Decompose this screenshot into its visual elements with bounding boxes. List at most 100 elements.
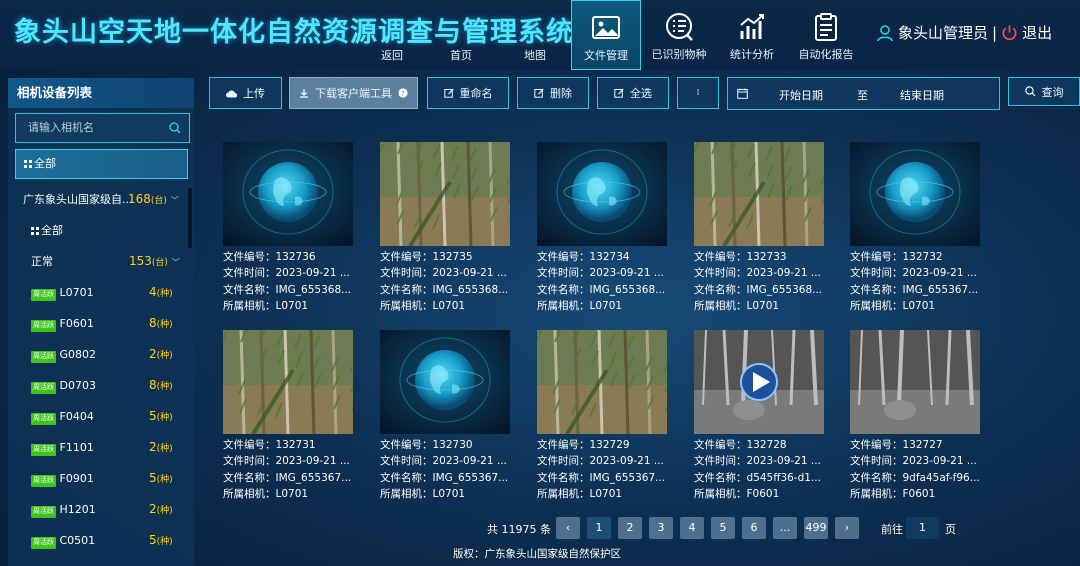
end-date-input[interactable]: 结束日期 bbox=[900, 87, 944, 103]
start-date-input[interactable]: 开始日期 bbox=[779, 87, 823, 103]
user-icon bbox=[877, 24, 893, 41]
camera-item[interactable]: 周活跃 G0802 2(种) bbox=[8, 339, 194, 370]
file-number: 132735 bbox=[432, 251, 473, 263]
page-button[interactable]: 3 bbox=[649, 517, 673, 539]
file-card[interactable]: 文件编号：132735 文件时间：2023-09-21 ... 文件名称：IMG_6… bbox=[380, 142, 510, 314]
file-card[interactable]: 文件编号：132727 文件时间：2023-09-21 ... 文件名称：9dfa4… bbox=[850, 330, 980, 502]
nav-file-management[interactable]: 文件管理 bbox=[571, 0, 641, 70]
file-thumbnail[interactable] bbox=[694, 142, 824, 246]
file-thumbnail[interactable] bbox=[537, 330, 667, 434]
help-icon[interactable]: ? bbox=[398, 88, 408, 98]
goto-page-input[interactable]: 1 bbox=[906, 517, 939, 539]
file-number: 132731 bbox=[275, 439, 316, 451]
camera-item[interactable]: 周活跃 F0901 5(种) bbox=[8, 463, 194, 494]
file-thumbnail[interactable] bbox=[537, 142, 667, 246]
camera-item[interactable]: 周活跃 F0601 8(种) bbox=[8, 308, 194, 339]
camera-sidebar: 相机设备列表 请输入相机名 全部 广东象头山国家级自... 168(台) ﹀ 全… bbox=[8, 78, 194, 566]
file-time: 2023-09-21 ... bbox=[432, 455, 507, 468]
prev-page-button[interactable]: ‹ bbox=[556, 517, 580, 539]
date-range-separator: 至 bbox=[857, 89, 868, 102]
file-time: 2023-09-21 ... bbox=[589, 267, 664, 280]
tree-group-name: 广东象头山国家级自... bbox=[23, 193, 133, 206]
upload-button[interactable]: 上传 bbox=[209, 77, 282, 109]
file-card[interactable]: 文件编号：132730 文件时间：2023-09-21 ... 文件名称：IMG_6… bbox=[380, 330, 510, 502]
file-card[interactable]: 文件编号：132728 文件时间：2023-09-21 ... 文件名称：d545f… bbox=[694, 330, 824, 502]
file-card[interactable]: 文件编号：132733 文件时间：2023-09-21 ... 文件名称：IMG_6… bbox=[694, 142, 824, 314]
filter-toggle-button[interactable]: ⁞ bbox=[677, 77, 719, 109]
file-card[interactable]: 文件编号：132736 文件时间：2023-09-21 ... 文件名称：IMG_6… bbox=[223, 142, 353, 314]
user-separator: | bbox=[992, 23, 998, 42]
user-name[interactable]: 象头山管理员 bbox=[898, 22, 988, 43]
tree-group[interactable]: 广东象头山国家级自... 168(台) ﹀ bbox=[8, 184, 194, 215]
file-number: 132728 bbox=[746, 439, 787, 451]
download-client-button[interactable]: 下载客户端工具 ? bbox=[289, 77, 418, 109]
page-button[interactable]: 5 bbox=[711, 517, 735, 539]
all-cameras-button[interactable]: 全部 bbox=[15, 149, 188, 179]
delete-button[interactable]: 删除 bbox=[517, 77, 589, 109]
tree-status-count: 153(台) ﹀ bbox=[129, 254, 180, 268]
file-thumbnail[interactable] bbox=[380, 330, 510, 434]
page-button[interactable]: 4 bbox=[680, 517, 704, 539]
sidebar-scrollbar[interactable] bbox=[188, 188, 192, 248]
camera-name: L0701 bbox=[59, 286, 94, 299]
query-button[interactable]: 查询 bbox=[1008, 77, 1080, 106]
calendar-icon bbox=[737, 88, 748, 99]
image-icon bbox=[592, 16, 620, 39]
active-tag: 周活跃 bbox=[31, 444, 56, 456]
camera-species-count: 5(种) bbox=[149, 409, 173, 423]
tree-status-normal[interactable]: 正常 153(台) ﹀ bbox=[8, 246, 194, 277]
nav-auto-report[interactable]: 自动化报告 bbox=[790, 0, 862, 70]
file-camera: L0701 bbox=[275, 487, 309, 500]
page-button[interactable]: 499 bbox=[804, 517, 828, 539]
tree-group-all-label: 全部 bbox=[41, 224, 63, 237]
file-card[interactable]: 文件编号：132734 文件时间：2023-09-21 ... 文件名称：IMG_6… bbox=[537, 142, 667, 314]
file-thumbnail[interactable] bbox=[850, 330, 980, 434]
upload-label: 上传 bbox=[243, 87, 265, 100]
edit-icon bbox=[534, 88, 544, 98]
play-icon bbox=[740, 363, 778, 401]
file-thumbnail[interactable] bbox=[694, 330, 824, 434]
file-thumbnail[interactable] bbox=[850, 142, 980, 246]
file-camera: L0701 bbox=[746, 299, 780, 312]
file-number: 132730 bbox=[432, 439, 473, 451]
search-icon bbox=[169, 122, 181, 134]
globe-thumbnail bbox=[537, 142, 667, 246]
download-client-label: 下载客户端工具 bbox=[315, 87, 392, 100]
page-button[interactable]: 6 bbox=[742, 517, 766, 539]
next-page-button[interactable]: › bbox=[835, 517, 859, 539]
nav-identified-species-label: 已识别物种 bbox=[651, 48, 707, 61]
globe-thumbnail bbox=[850, 142, 980, 246]
file-camera: L0701 bbox=[902, 299, 936, 312]
tree-group-all[interactable]: 全部 bbox=[8, 215, 194, 246]
file-thumbnail[interactable] bbox=[223, 330, 353, 434]
file-thumbnail[interactable] bbox=[380, 142, 510, 246]
select-all-button[interactable]: 全选 bbox=[597, 77, 669, 109]
rename-button[interactable]: 重命名 bbox=[427, 77, 509, 109]
file-number: 132734 bbox=[589, 251, 630, 263]
page-button[interactable]: 2 bbox=[618, 517, 642, 539]
nav-map[interactable]: 地图 bbox=[524, 47, 546, 63]
logout-button[interactable]: 退出 bbox=[1022, 22, 1052, 43]
file-camera: L0701 bbox=[589, 299, 623, 312]
chevron-left-icon: ‹ bbox=[565, 521, 571, 534]
nav-home[interactable]: 首页 bbox=[450, 47, 472, 63]
date-range-picker[interactable]: 开始日期 至 结束日期 bbox=[727, 77, 1000, 110]
page-button[interactable]: 1 bbox=[587, 517, 611, 539]
camera-item[interactable]: 周活跃 D0703 8(种) bbox=[8, 370, 194, 401]
camera-item[interactable]: 周活跃 F1101 2(种) bbox=[8, 432, 194, 463]
page-ellipsis-button[interactable]: ... bbox=[773, 517, 797, 539]
file-name: d545ff36-d1... bbox=[746, 471, 821, 484]
camera-item[interactable]: 周活跃 L0701 4(种) bbox=[8, 277, 194, 308]
camera-item[interactable]: 周活跃 F0404 5(种) bbox=[8, 401, 194, 432]
camera-search-input[interactable]: 请输入相机名 bbox=[15, 113, 190, 143]
file-card[interactable]: 文件编号：132729 文件时间：2023-09-21 ... 文件名称：IMG_6… bbox=[537, 330, 667, 502]
nav-identified-species[interactable]: 已识别物种 bbox=[644, 0, 714, 70]
file-card[interactable]: 文件编号：132731 文件时间：2023-09-21 ... 文件名称：IMG_6… bbox=[223, 330, 353, 502]
file-card[interactable]: 文件编号：132732 文件时间：2023-09-21 ... 文件名称：IMG_6… bbox=[850, 142, 980, 314]
checklist-icon bbox=[666, 13, 693, 41]
tree-status-label: 正常 bbox=[31, 255, 53, 268]
nav-statistics[interactable]: 统计分析 bbox=[717, 0, 787, 70]
nav-back[interactable]: 返回 bbox=[381, 47, 403, 63]
file-thumbnail[interactable] bbox=[223, 142, 353, 246]
active-tag: 周活跃 bbox=[31, 289, 56, 301]
